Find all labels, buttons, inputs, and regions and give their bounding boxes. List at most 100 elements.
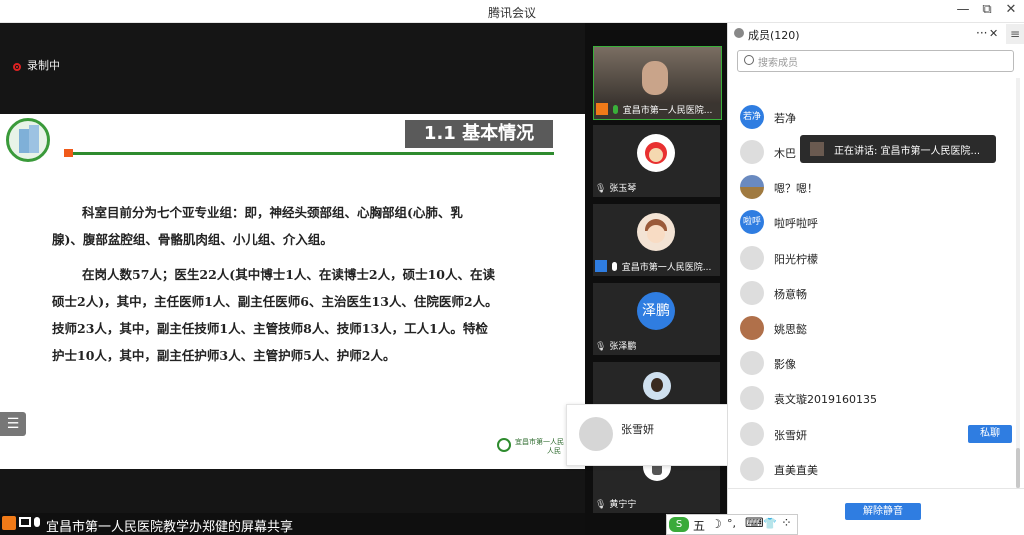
window-titlebar: 腾讯会议 — ⧉ ✕	[0, 0, 1024, 23]
ime-input-mode[interactable]: 五	[693, 517, 705, 534]
slide-line: 在岗人数57人；医生22人(其中博士1人、在读博士2人，硕士10人、在读	[82, 267, 495, 282]
list-item[interactable]: 直美直美	[740, 457, 1020, 483]
avatar	[740, 281, 764, 305]
avatar	[740, 422, 764, 446]
microphone-icon	[612, 105, 618, 114]
member-name: 嗯？嗯！	[774, 182, 818, 195]
slide-divider-line	[70, 152, 554, 155]
member-name: 直美直美	[774, 464, 818, 477]
presentation-slide: 1.1 基本情况 科室目前分为七个亚专业组：即，神经头颈部组、心胸部组(心肺、乳…	[0, 114, 585, 469]
participant-hover-card[interactable]: 张雪妍	[566, 404, 729, 466]
close-button[interactable]: ✕	[1000, 2, 1022, 17]
member-name: 张雪妍	[774, 429, 807, 442]
video-tile[interactable]: 泽鹏 🎙 张泽鹏	[593, 283, 720, 355]
video-tile[interactable]: 宜昌市第一人民医院...	[593, 46, 722, 120]
private-chat-button[interactable]: 私聊	[968, 425, 1012, 443]
avatar	[740, 457, 764, 481]
participant-avatar	[643, 372, 671, 400]
list-icon: ☰	[6, 416, 20, 432]
skin-icon[interactable]: 👕	[763, 517, 777, 530]
participant-name: 黄宁宁	[609, 500, 637, 510]
avatar	[740, 316, 764, 340]
tile-caption: 宜昌市第一人民医院...	[596, 103, 719, 117]
recording-icon	[13, 63, 21, 71]
participant-name: 张泽鹏	[609, 342, 637, 352]
shared-screen-stage: 录制中 1.1 基本情况 科室目前分为七个亚专业组：即，神经头颈部组、心胸部组(…	[0, 23, 585, 535]
list-item[interactable]: 啦呼 啦呼啦呼	[740, 210, 1020, 236]
footer-logo-text-2: 人民	[547, 447, 561, 455]
slide-line: 科室目前分为七个亚专业组：即，神经头颈部组、心胸部组(心肺、乳	[82, 205, 463, 220]
slide-divider-marker	[64, 149, 73, 157]
list-toggle-button[interactable]: ☰	[0, 412, 26, 436]
tile-caption: 宜昌市第一人民医院...	[595, 260, 718, 274]
close-panel-button[interactable]: ✕	[989, 27, 998, 40]
member-search-box[interactable]: 搜索成员	[737, 50, 1014, 72]
ime-punctuation-icon[interactable]: °,	[727, 517, 736, 530]
participant-avatar	[637, 134, 675, 172]
list-item[interactable]: 袁文璇2019160135	[740, 386, 1020, 412]
search-icon	[744, 55, 754, 65]
avatar: 啦呼	[740, 210, 764, 234]
speaking-tooltip: 正在讲话: 宜昌市第一人民医院...	[800, 135, 996, 163]
screen-share-label: 宜昌市第一人民医院教学办郑健的屏幕共享	[46, 520, 294, 535]
list-item[interactable]: 若净 若净	[740, 105, 1020, 131]
list-item[interactable]: 阳光柠檬	[740, 246, 1020, 272]
host-icon	[2, 516, 16, 530]
panel-divider	[728, 488, 1024, 489]
list-item[interactable]: 杨意畅	[740, 281, 1020, 307]
microphone-muted-icon: 🎙	[595, 184, 607, 194]
list-item[interactable]: 张雪妍 私聊	[740, 422, 1020, 448]
video-tile[interactable]: 宜昌市第一人民医院...	[593, 204, 720, 276]
member-name: 啦呼啦呼	[774, 217, 818, 230]
avatar	[740, 351, 764, 375]
screen-share-icon	[19, 517, 31, 527]
screen-share-bar: 宜昌市第一人民医院教学办郑健的屏幕共享	[0, 513, 585, 535]
unmute-button[interactable]: 解除静音	[845, 503, 921, 520]
more-options-button[interactable]: ···	[976, 26, 987, 40]
participant-avatar	[637, 213, 675, 251]
members-panel: 成员(120) ··· ✕ ≡ 搜索成员 若净 若净 木巴 嗯？嗯！ 啦呼 啦呼…	[727, 23, 1024, 535]
tile-caption: 🎙 黄宁宁	[595, 497, 718, 511]
member-name: 杨意畅	[774, 288, 807, 301]
microphone-icon	[34, 517, 40, 527]
host-icon	[596, 103, 608, 115]
slide-heading: 1.1 基本情况	[405, 120, 553, 148]
participant-name: 宜昌市第一人民医院...	[622, 106, 713, 116]
speaking-text: 正在讲话: 宜昌市第一人民医院...	[834, 146, 981, 157]
scrollbar-thumb[interactable]	[1016, 448, 1020, 488]
list-item[interactable]: 嗯？嗯！	[740, 175, 1020, 201]
participant-name: 宜昌市第一人民医院...	[621, 263, 712, 273]
tile-caption: 🎙 张玉琴	[595, 181, 718, 195]
slide-footer-logo: 宜昌市第一人民 人民	[497, 436, 567, 458]
hover-card-name: 张雪妍	[621, 423, 654, 436]
member-name: 若净	[774, 112, 796, 125]
toolbox-icon[interactable]: ⁘	[781, 516, 792, 531]
hospital-logo	[6, 118, 50, 162]
list-item[interactable]: 影像	[740, 351, 1020, 377]
avatar: 若净	[740, 105, 764, 129]
scrollbar[interactable]	[1016, 78, 1020, 488]
minimize-button[interactable]: —	[952, 2, 974, 17]
ime-logo-icon[interactable]: S	[669, 517, 689, 532]
avatar	[740, 175, 764, 199]
avatar	[579, 417, 613, 451]
slide-line: 技师23人，其中，副主任技师1人、主管技师8人、技师13人，工人1人。特检	[52, 321, 488, 336]
host-icon	[595, 260, 607, 272]
participant-avatar: 泽鹏	[637, 292, 675, 330]
microphone-icon	[611, 262, 617, 271]
participant-face	[642, 61, 668, 95]
ime-halfwidth-icon[interactable]: ☽	[711, 517, 722, 531]
slide-line: 护士10人，其中，副主任护师3人、主管护师5人、护师2人。	[52, 348, 396, 363]
keyboard-icon[interactable]: ⌨	[745, 516, 764, 531]
search-input[interactable]: 搜索成员	[758, 54, 798, 69]
recording-indicator: 录制中	[13, 57, 60, 73]
recording-label: 录制中	[27, 59, 60, 72]
list-item[interactable]: 姚思懿	[740, 316, 1020, 342]
member-name: 木巴	[774, 147, 796, 160]
menu-button[interactable]: ≡	[1006, 24, 1024, 44]
restore-button[interactable]: ⧉	[976, 2, 998, 17]
member-name: 阳光柠檬	[774, 253, 818, 266]
microphone-muted-icon: 🎙	[595, 342, 607, 352]
speaker-avatar	[810, 142, 824, 156]
video-tile[interactable]: 🎙 张玉琴	[593, 125, 720, 197]
